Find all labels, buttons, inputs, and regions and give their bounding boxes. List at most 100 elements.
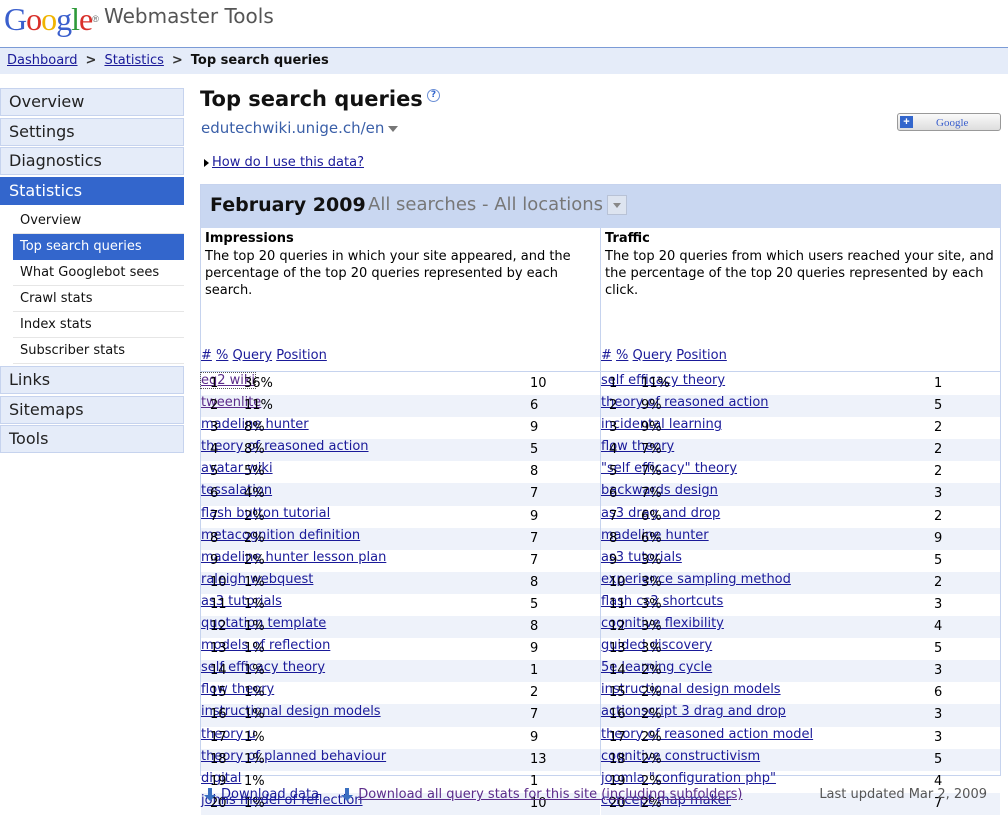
download-data-link[interactable]: Download data bbox=[221, 787, 319, 802]
row-query-link[interactable]: joomla "configuration php" bbox=[601, 771, 776, 786]
row-rank: 17 bbox=[609, 729, 626, 745]
help-icon[interactable]: ? bbox=[427, 89, 440, 102]
row-position: 7 bbox=[530, 486, 539, 502]
row-query-link[interactable]: experience sampling method bbox=[601, 572, 791, 587]
sidebar-sub-crawl-stats[interactable]: Crawl stats bbox=[13, 286, 184, 312]
row-query-link[interactable]: actionscript 3 drag and drop bbox=[601, 704, 786, 719]
sidebar-item-tools[interactable]: Tools bbox=[0, 425, 184, 453]
period-label: February 2009 bbox=[210, 194, 366, 216]
sort-by-percent[interactable]: % bbox=[616, 348, 628, 363]
row-rank: 4 bbox=[210, 442, 219, 458]
breadcrumb-separator: > bbox=[85, 53, 97, 68]
row-query-link[interactable]: instructional design models bbox=[201, 704, 381, 719]
row-position: 5 bbox=[934, 641, 943, 657]
row-rank: 18 bbox=[609, 751, 626, 767]
row-rank: 2 bbox=[609, 398, 618, 414]
sidebar-item-settings[interactable]: Settings bbox=[0, 117, 184, 146]
google-logo[interactable]: Google® bbox=[4, 2, 99, 36]
impressions-header: # % Query Position bbox=[201, 348, 600, 372]
filter-dropdown-button[interactable] bbox=[607, 195, 627, 215]
row-query-link[interactable]: metacognition definition bbox=[201, 528, 360, 543]
row-rank: 10 bbox=[210, 574, 227, 590]
row-position: 7 bbox=[530, 552, 539, 568]
howto-link[interactable]: How do I use this data? bbox=[204, 155, 364, 170]
row-position: 2 bbox=[934, 508, 943, 524]
add-to-google-button[interactable]: + Google bbox=[897, 113, 1001, 131]
table-row: 12 3% cognitive flexibility 4 bbox=[601, 616, 1000, 639]
traffic-description: The top 20 queries from which users reac… bbox=[605, 249, 994, 298]
row-percent: 6% bbox=[641, 530, 662, 546]
howto-link-text[interactable]: How do I use this data? bbox=[212, 155, 364, 170]
sort-by-percent[interactable]: % bbox=[216, 348, 228, 363]
table-row: 2 9% theory of reasoned action 5 bbox=[601, 395, 1000, 418]
table-row: 13 3% guided discovery 5 bbox=[601, 638, 1000, 660]
row-percent: 5% bbox=[244, 464, 265, 480]
sort-by-query[interactable]: Query bbox=[633, 348, 673, 363]
row-query-link[interactable]: theory of reasoned action bbox=[601, 395, 769, 410]
row-percent: 2% bbox=[244, 508, 265, 524]
row-rank: 3 bbox=[609, 420, 618, 436]
sidebar-sub-overview[interactable]: Overview bbox=[13, 208, 184, 234]
sidebar-item-links[interactable]: Links bbox=[0, 366, 184, 394]
row-position: 1 bbox=[934, 376, 943, 391]
breadcrumb-dashboard[interactable]: Dashboard bbox=[7, 53, 78, 68]
sidebar-item-overview[interactable]: Overview bbox=[0, 88, 184, 116]
row-query-link[interactable]: flash button tutorial bbox=[201, 506, 330, 521]
sidebar-subnav: Overview Top search queries What Googleb… bbox=[0, 206, 184, 366]
row-rank: 14 bbox=[210, 663, 227, 679]
sidebar-item-statistics[interactable]: Statistics bbox=[0, 176, 184, 205]
row-position: 9 bbox=[530, 729, 539, 745]
impressions-title: Impressions bbox=[205, 231, 294, 246]
traffic-rows: 1 11% self efficacy theory 1 2 9% theory of re… bbox=[601, 373, 1000, 815]
row-percent: 2% bbox=[244, 530, 265, 546]
sort-by-position[interactable]: Position bbox=[276, 348, 327, 363]
sidebar-item-diagnostics[interactable]: Diagnostics bbox=[0, 147, 184, 175]
row-rank: 15 bbox=[210, 685, 227, 701]
download-all-link[interactable]: Download all query stats for this site (… bbox=[358, 787, 742, 802]
row-percent: 1% bbox=[244, 619, 265, 635]
sidebar-sub-googlebot[interactable]: What Googlebot sees bbox=[13, 260, 184, 286]
row-percent: 2% bbox=[244, 552, 265, 568]
row-query-link[interactable]: madeline hunter lesson plan bbox=[201, 550, 386, 565]
chevron-down-icon bbox=[388, 125, 399, 132]
row-position: 10 bbox=[530, 376, 547, 391]
row-query-link[interactable]: "self efficacy" theory bbox=[601, 461, 737, 476]
row-query-link[interactable]: theory of reasoned action bbox=[201, 439, 369, 454]
row-percent: 8% bbox=[244, 420, 265, 436]
row-percent: 3% bbox=[641, 641, 662, 657]
row-percent: 3% bbox=[641, 596, 662, 612]
sidebar-sub-subscriber-stats[interactable]: Subscriber stats bbox=[13, 338, 184, 364]
sidebar-item-sitemaps[interactable]: Sitemaps bbox=[0, 395, 184, 424]
row-rank: 18 bbox=[210, 751, 227, 767]
row-rank: 8 bbox=[210, 530, 219, 546]
row-rank: 8 bbox=[609, 530, 618, 546]
row-rank: 1 bbox=[609, 376, 618, 391]
row-query-link[interactable]: theory of planned behaviour bbox=[201, 749, 386, 764]
row-query-link[interactable]: instructional design models bbox=[601, 682, 781, 697]
row-percent: 3% bbox=[641, 574, 662, 590]
row-position: 8 bbox=[530, 464, 539, 480]
row-rank: 3 bbox=[210, 420, 219, 436]
row-rank: 16 bbox=[210, 707, 227, 723]
sort-by-query[interactable]: Query bbox=[233, 348, 273, 363]
row-percent: 7% bbox=[641, 464, 662, 480]
row-position: 9 bbox=[530, 508, 539, 524]
row-rank: 12 bbox=[609, 619, 626, 635]
table-row: 3 9% incidental learning 2 bbox=[601, 417, 1000, 439]
site-selector[interactable]: edutechwiki.unige.ch/en bbox=[201, 119, 399, 137]
row-position: 5 bbox=[934, 552, 943, 568]
row-query-link[interactable]: theory of reasoned action model bbox=[601, 727, 813, 742]
sort-by-number[interactable]: # bbox=[201, 348, 212, 363]
row-percent: 1% bbox=[244, 751, 265, 767]
sort-by-position[interactable]: Position bbox=[676, 348, 727, 363]
row-percent: 1% bbox=[244, 707, 265, 723]
row-percent: 9% bbox=[641, 398, 662, 414]
breadcrumb-statistics[interactable]: Statistics bbox=[104, 53, 163, 68]
sidebar-sub-index-stats[interactable]: Index stats bbox=[13, 312, 184, 338]
sidebar-sub-top-search-queries[interactable]: Top search queries bbox=[13, 234, 184, 260]
impressions-rows: 1 36% eq2 wiki 10 2 11% tweenlite 6 3 8% madeline … bbox=[199, 372, 600, 815]
row-position: 5 bbox=[934, 751, 943, 767]
sort-by-number[interactable]: # bbox=[601, 348, 612, 363]
row-rank: 13 bbox=[609, 641, 626, 657]
header: Google® Webmaster Tools bbox=[0, 0, 1008, 46]
